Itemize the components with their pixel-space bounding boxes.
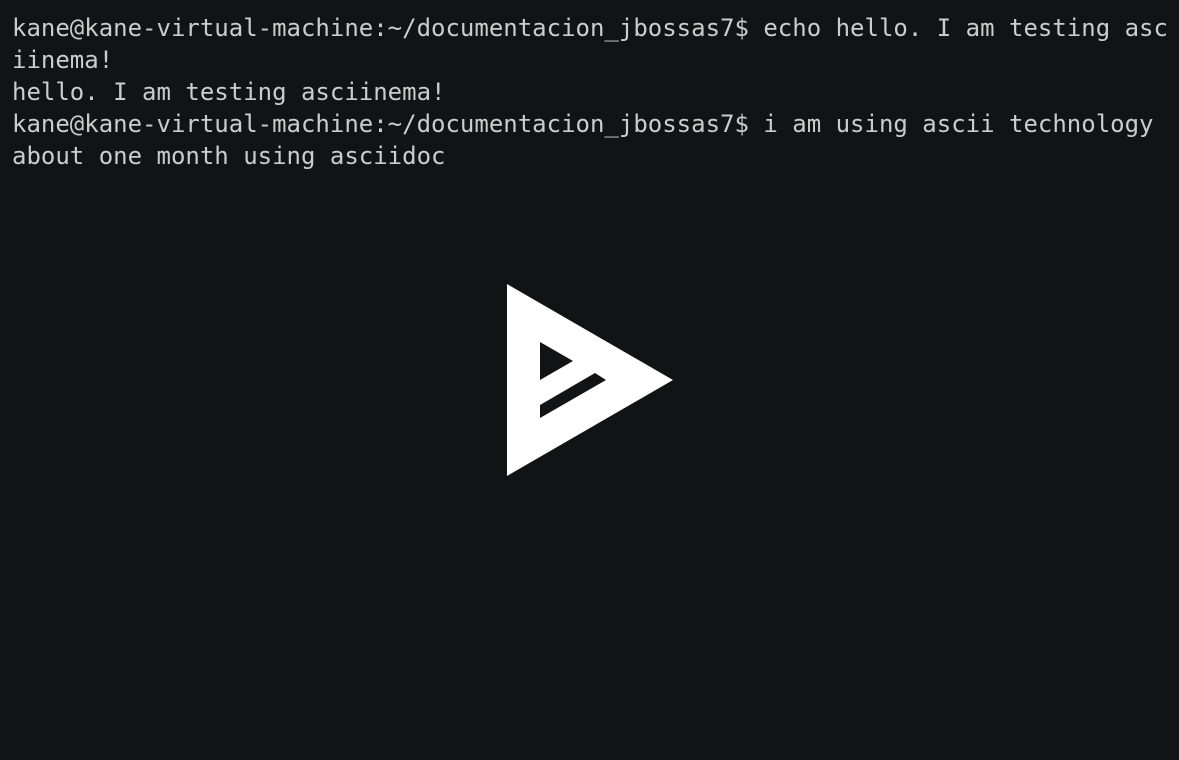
play-icon[interactable] [507, 284, 673, 476]
terminal-player: kane@kane-virtual-machine:~/documentacio… [0, 0, 1179, 760]
play-overlay[interactable] [0, 0, 1179, 760]
